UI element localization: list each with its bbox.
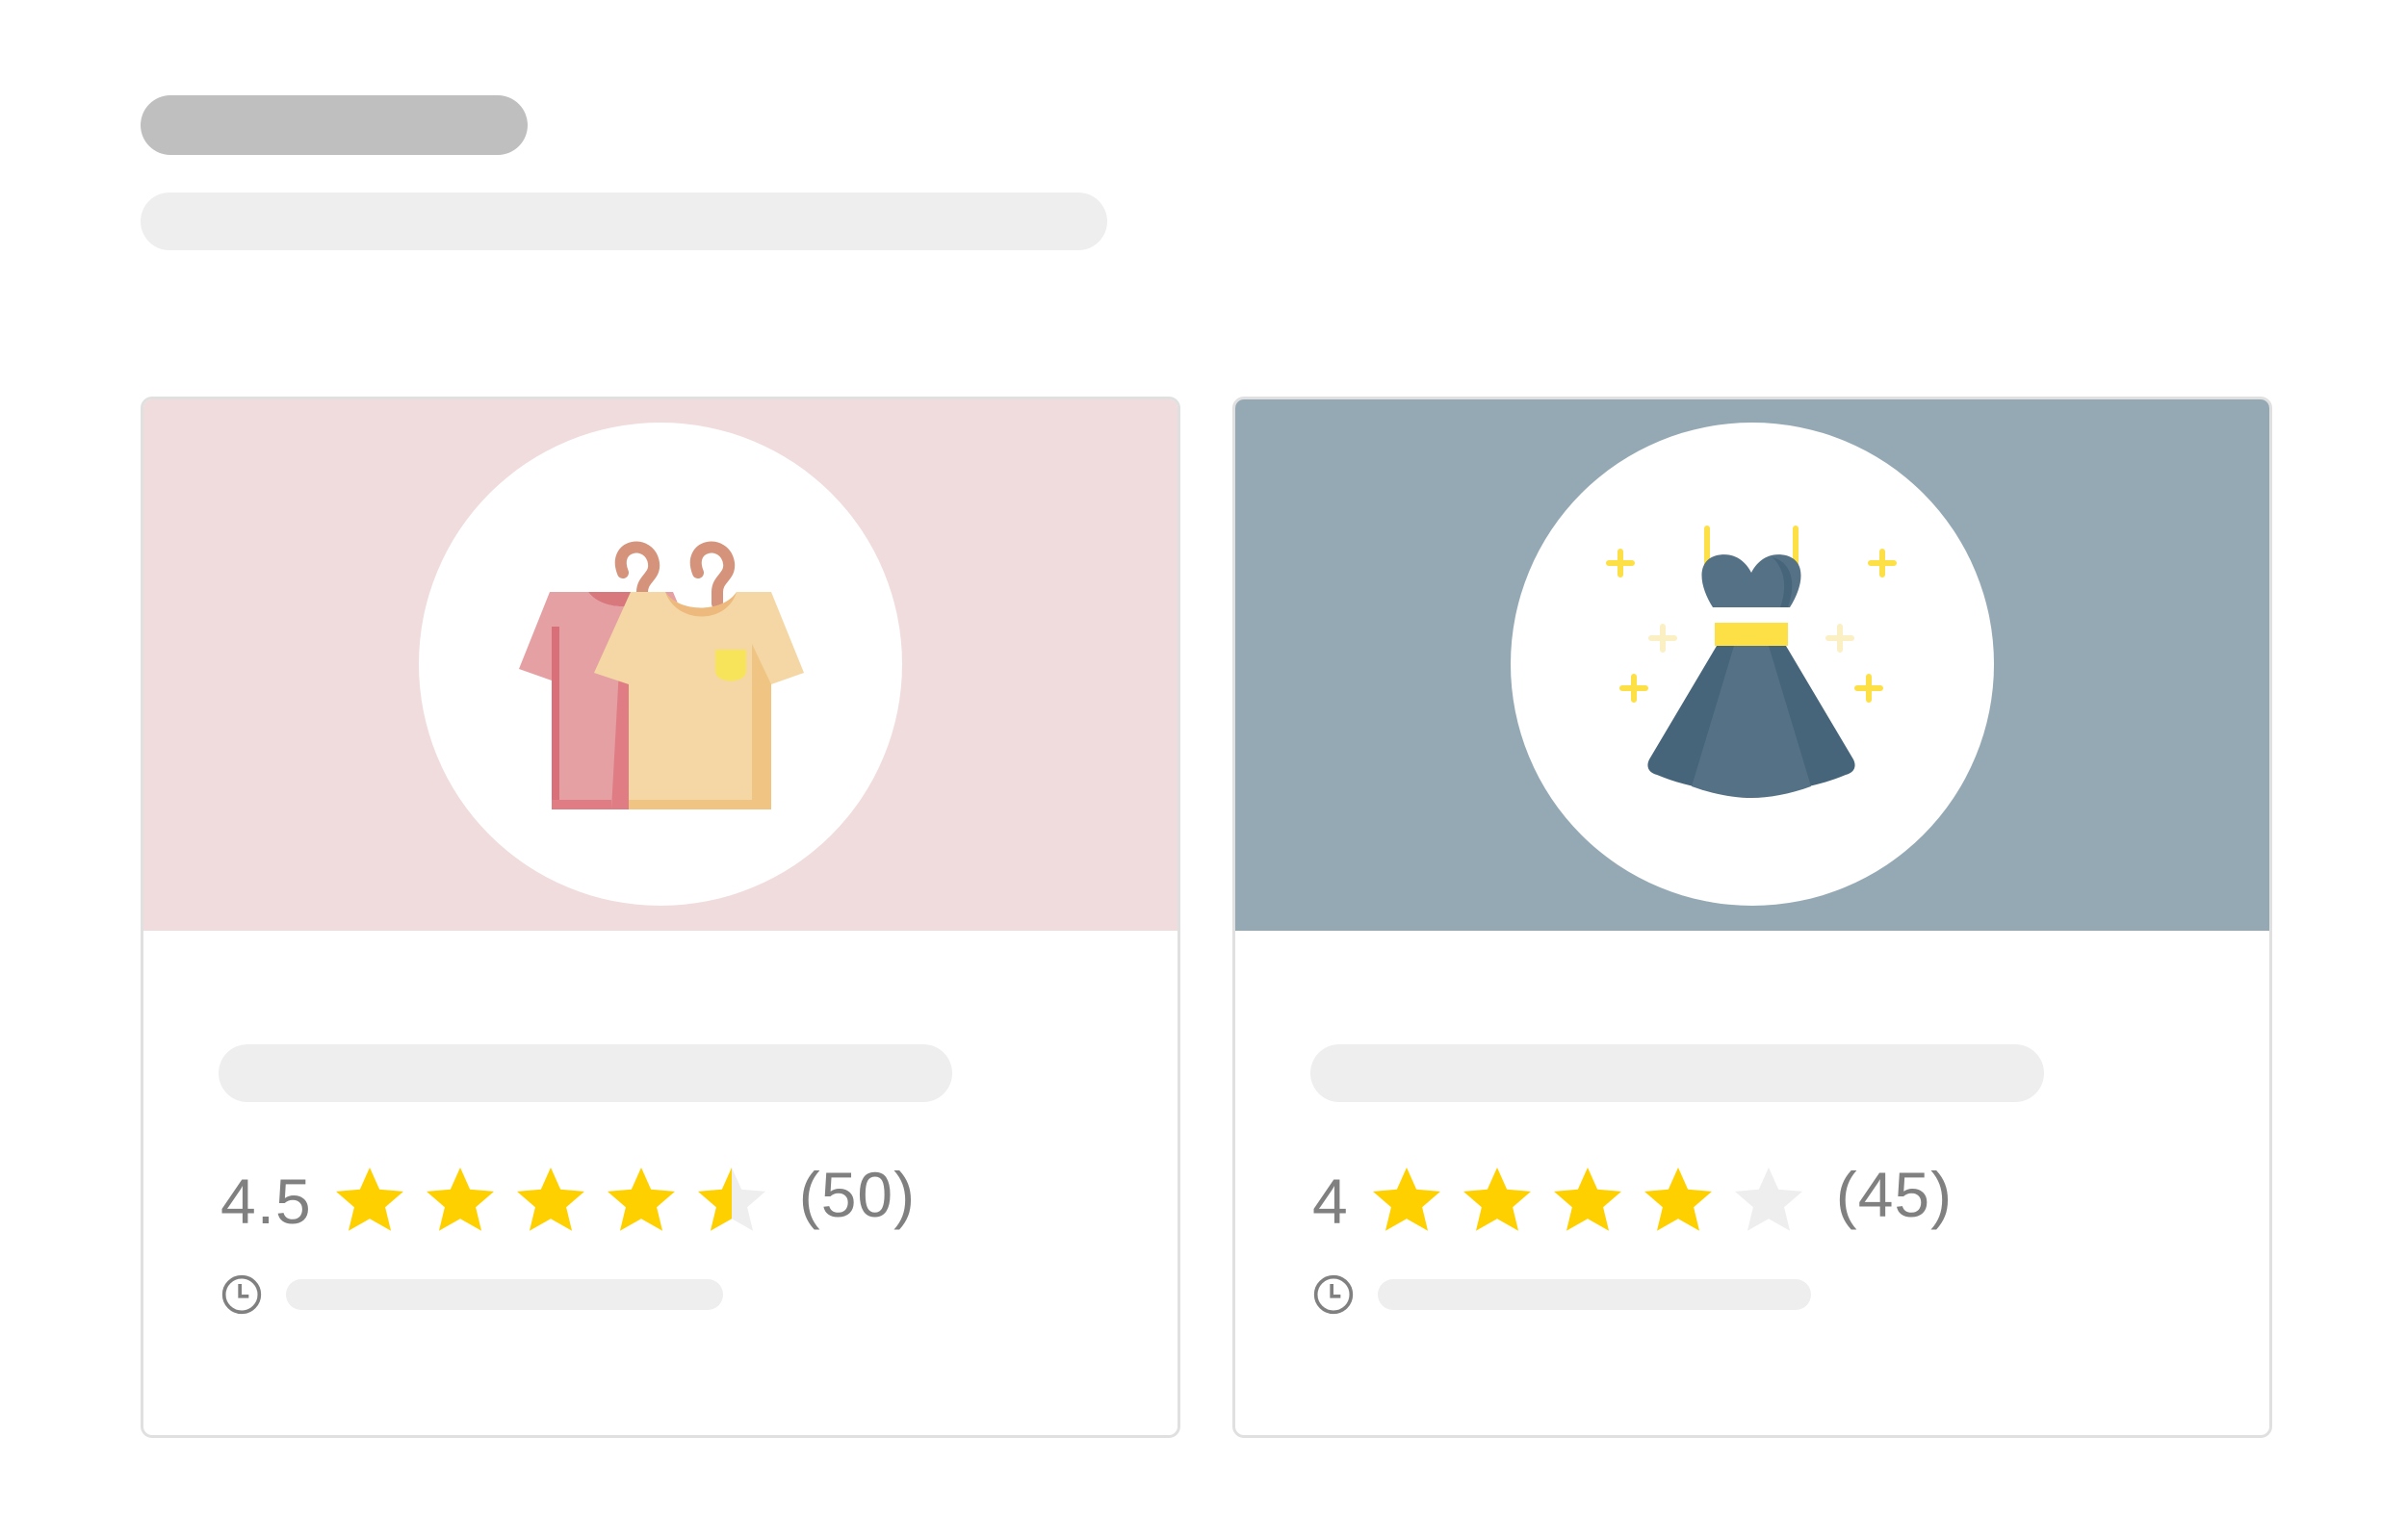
product-image bbox=[419, 423, 902, 906]
subtitle-placeholder bbox=[141, 192, 1107, 250]
product-name-placeholder bbox=[1310, 1044, 2044, 1102]
star-full-icon bbox=[516, 1168, 584, 1231]
star-full-icon bbox=[1553, 1168, 1621, 1231]
review-count: (45) bbox=[1835, 1159, 1954, 1230]
star-rating bbox=[1366, 1161, 1809, 1242]
rating-value: 4 bbox=[1312, 1166, 1349, 1237]
clock-icon bbox=[1313, 1274, 1354, 1315]
star-full-icon bbox=[1643, 1168, 1712, 1231]
meta-placeholder bbox=[286, 1279, 723, 1310]
star-full-icon bbox=[426, 1168, 494, 1231]
star-full-icon bbox=[1462, 1168, 1531, 1231]
star-empty-icon bbox=[1734, 1168, 1802, 1231]
star-half-icon bbox=[697, 1168, 765, 1231]
meta-placeholder bbox=[1378, 1279, 1811, 1310]
card-banner bbox=[143, 399, 1178, 931]
meta-row bbox=[1312, 1273, 1811, 1316]
product-card[interactable]: 4 (45) bbox=[1232, 397, 2272, 1438]
star-full-icon bbox=[1372, 1168, 1440, 1231]
card-banner bbox=[1235, 399, 2269, 931]
star-full-icon bbox=[335, 1168, 403, 1231]
review-count: (50) bbox=[798, 1159, 917, 1230]
rating-row: 4.5 (50) bbox=[220, 1158, 916, 1245]
clock-icon bbox=[221, 1274, 262, 1315]
product-card[interactable]: 4.5 (50) bbox=[141, 397, 1180, 1438]
rating-row: 4 (45) bbox=[1312, 1158, 1953, 1245]
product-image bbox=[1511, 423, 1994, 906]
hanging-shirts-icon bbox=[519, 541, 804, 809]
rating-value: 4.5 bbox=[220, 1166, 312, 1237]
dress-icon bbox=[1606, 526, 1897, 798]
star-full-icon bbox=[607, 1168, 675, 1231]
product-name-placeholder bbox=[219, 1044, 952, 1102]
star-rating bbox=[329, 1161, 772, 1242]
title-placeholder bbox=[141, 95, 528, 155]
meta-row bbox=[220, 1273, 723, 1316]
